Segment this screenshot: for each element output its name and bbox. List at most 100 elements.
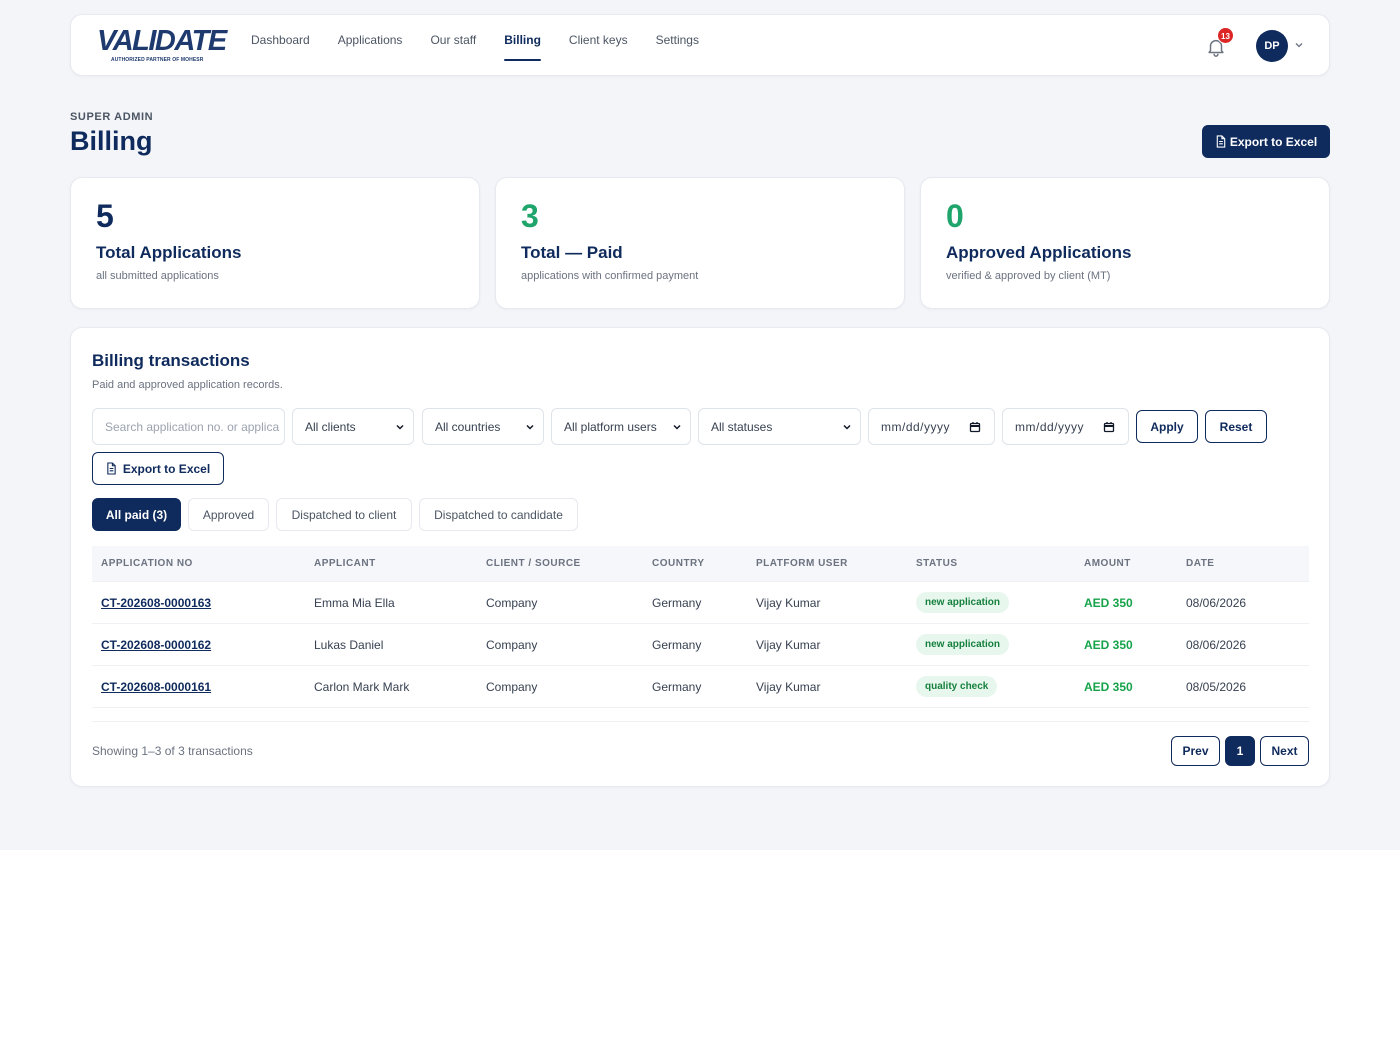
reset-button[interactable]: Reset [1205,410,1267,443]
stat-label: Total — Paid [521,243,623,262]
platform-user: Vijay Kumar [756,596,821,610]
status-badge: new application [916,592,1010,613]
nav-link-applications[interactable]: Applications [338,15,403,61]
top-navigation: VALIDATE AUTHORIZED PARTNER OF MOHESR Da… [70,14,1330,76]
chevron-down-icon [396,424,404,430]
date-from-value: mm/dd/yyyy [881,419,951,434]
tab-approved[interactable]: Approved [188,498,269,531]
user-avatar[interactable]: DP [1256,30,1288,62]
platform-user-select[interactable]: All platform users [551,408,691,445]
brand-name: VALIDATE [97,25,227,57]
column-header-country[interactable]: COUNTRY [652,558,705,569]
nav-links: Dashboard Applications Our staff Billing… [251,15,699,77]
country: Germany [652,638,702,652]
file-icon [1216,135,1226,148]
prev-page-button[interactable]: Prev [1171,736,1220,766]
column-header-applicant[interactable]: APPLICANT [314,558,376,569]
applicant-name: Carlon Mark Mark [314,680,410,694]
column-header-platform-user[interactable]: PLATFORM USER [756,558,848,569]
tab-dispatched-to-client[interactable]: Dispatched to client [276,498,412,531]
stat-value: 3 [521,198,539,234]
stat-description: applications with confirmed payment [521,270,699,282]
search-input[interactable]: Search application no. or applica [92,408,285,445]
stat-label: Total Applications [96,243,242,262]
date-to-value: mm/dd/yyyy [1015,419,1085,434]
applicant-name: Lukas Daniel [314,638,384,652]
chevron-down-icon[interactable] [1293,39,1305,51]
page-1-button[interactable]: 1 [1225,736,1255,766]
page-title: Billing [70,126,153,156]
stat-card-total-applications: 5 Total Applications all submitted appli… [70,177,480,309]
stat-value: 0 [946,198,964,234]
platform-user-select-value: All platform users [564,419,657,434]
nav-link-billing[interactable]: Billing [504,15,541,61]
notification-badge: 13 [1217,27,1234,44]
application-no-link[interactable]: CT-202608-0000162 [101,638,211,652]
nav-link-client-keys[interactable]: Client keys [569,15,628,61]
table-header: APPLICATION NO APPLICANT CLIENT / SOURCE… [92,546,1309,582]
nav-link-our-staff[interactable]: Our staff [430,15,476,61]
status-badge: quality check [916,676,998,697]
tab-all-paid[interactable]: All paid (3) [92,498,181,531]
application-no-link[interactable]: CT-202608-0000161 [101,680,211,694]
status-select[interactable]: All statuses [698,408,861,445]
column-header-amount[interactable]: AMOUNT [1084,558,1131,569]
country-select[interactable]: All countries [422,408,544,445]
country: Germany [652,680,702,694]
next-page-button[interactable]: Next [1260,736,1309,766]
calendar-icon[interactable] [969,421,981,433]
applicant-name: Emma Mia Ella [314,596,395,610]
client-source: Company [486,680,538,694]
country: Germany [652,596,702,610]
date: 08/05/2026 [1186,680,1247,694]
column-header-status[interactable]: STATUS [916,558,958,569]
nav-link-dashboard[interactable]: Dashboard [251,15,310,61]
billing-transactions-panel: Billing transactions Paid and approved a… [70,327,1330,787]
status-badge: new application [916,634,1010,655]
client-select[interactable]: All clients [292,408,414,445]
apply-button[interactable]: Apply [1136,410,1198,443]
table-row[interactable]: CT-202608-0000161 Carlon Mark Mark Compa… [92,666,1309,708]
date-from-input[interactable]: mm/dd/yyyy [868,408,995,445]
showing-count: Showing 1–3 of 3 transactions [92,744,253,758]
date-to-input[interactable]: mm/dd/yyyy [1002,408,1129,445]
panel-export-to-excel-button[interactable]: Export to Excel [92,452,224,485]
status-select-value: All statuses [711,419,773,434]
export-to-excel-button[interactable]: Export to Excel [1202,125,1330,158]
nav-link-settings[interactable]: Settings [656,15,699,61]
stat-card-total-paid: 3 Total — Paid applications with confirm… [495,177,905,309]
application-no-link[interactable]: CT-202608-0000163 [101,596,211,610]
amount: AED 350 [1084,680,1133,694]
table-row[interactable]: CT-202608-0000163 Emma Mia Ella Company … [92,582,1309,624]
tab-dispatched-to-candidate[interactable]: Dispatched to candidate [419,498,578,531]
footer-divider [92,721,1309,722]
stat-value: 5 [96,198,114,234]
column-header-date[interactable]: DATE [1186,558,1214,569]
client-source: Company [486,638,538,652]
column-header-client-source[interactable]: CLIENT / SOURCE [486,558,581,569]
stat-card-approved-applications: 0 Approved Applications verified & appro… [920,177,1330,309]
platform-user: Vijay Kumar [756,680,821,694]
export-to-excel-label: Export to Excel [1229,134,1318,149]
chevron-down-icon [843,424,851,430]
panel-subtitle: Paid and approved application records. [92,379,283,391]
calendar-icon[interactable] [1103,421,1115,433]
table-row[interactable]: CT-202608-0000162 Lukas Daniel Company G… [92,624,1309,666]
stat-description: all submitted applications [96,270,219,282]
amount: AED 350 [1084,638,1133,652]
file-icon [107,462,116,475]
client-select-value: All clients [305,419,356,434]
amount: AED 350 [1084,596,1133,610]
country-select-value: All countries [435,419,501,434]
brand-logo[interactable]: VALIDATE AUTHORIZED PARTNER OF MOHESR [97,25,227,71]
date: 08/06/2026 [1186,596,1247,610]
chevron-down-icon [526,424,534,430]
page-eyebrow: SUPER ADMIN [70,111,154,123]
brand-tagline: AUTHORIZED PARTNER OF MOHESR [111,57,204,63]
date: 08/06/2026 [1186,638,1247,652]
panel-title: Billing transactions [92,351,250,370]
stat-label: Approved Applications [946,243,1132,262]
chevron-down-icon [673,424,681,430]
column-header-application-no[interactable]: APPLICATION NO [101,558,193,569]
client-source: Company [486,596,538,610]
